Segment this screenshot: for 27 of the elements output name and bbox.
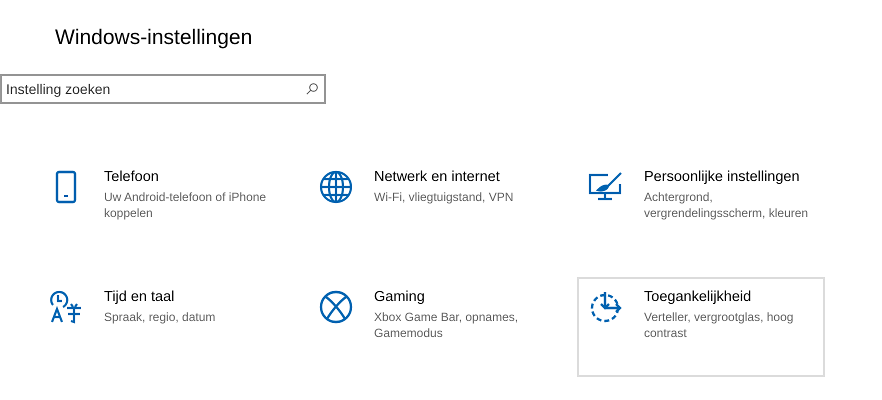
settings-tile[interactable]: Persoonlijke instellingen Achtergrond, vergrendelingsscherm, kleuren (577, 157, 825, 257)
settings-tile[interactable]: Telefoon Uw Android-telefoon of iPhone koppelen (37, 157, 285, 257)
xbox-icon (319, 290, 353, 324)
tile-title: Telefoon (104, 169, 160, 185)
tile-title: Toegankelijkheid (644, 289, 752, 305)
tile-description: Spraak, regio, datum (104, 309, 216, 325)
tile-description: Verteller, vergrootglas, hoog contrast (644, 309, 794, 341)
tile-title: Gaming (374, 289, 426, 305)
search-field[interactable]: Instelling zoeken (0, 74, 326, 104)
settings-tile[interactable]: Netwerk en internet Wi-Fi, vliegtuigstand, VPN (307, 157, 555, 257)
settings-tile[interactable]: Tijd en taal Spraak, regio, datum (37, 277, 285, 377)
phone-icon (55, 170, 77, 204)
tile-description: Wi-Fi, vliegtuigstand, VPN (374, 189, 514, 205)
tile-title: Netwerk en internet (374, 169, 501, 185)
tile-description: Uw Android-telefoon of iPhone koppelen (104, 189, 268, 221)
language-clock-icon (49, 290, 83, 324)
search-icon (306, 83, 318, 95)
tile-title: Persoonlijke instellingen (644, 169, 801, 185)
window-title: Windows-instellingen (55, 26, 254, 50)
settings-tile[interactable]: Gaming Xbox Game Bar, opnames, Gamemodus (307, 277, 555, 377)
paint-monitor-icon (588, 170, 624, 202)
accessibility-icon (588, 290, 624, 324)
tile-description: Achtergrond, vergrendelingsscherm, kleuren (644, 189, 810, 221)
globe-icon (319, 170, 353, 204)
tile-title: Tijd en taal (104, 289, 176, 305)
tile-description: Xbox Game Bar, opnames, Gamemodus (374, 309, 520, 341)
settings-tile[interactable]: Toegankelijkheid Verteller, vergrootglas, hoog contrast (577, 277, 825, 377)
